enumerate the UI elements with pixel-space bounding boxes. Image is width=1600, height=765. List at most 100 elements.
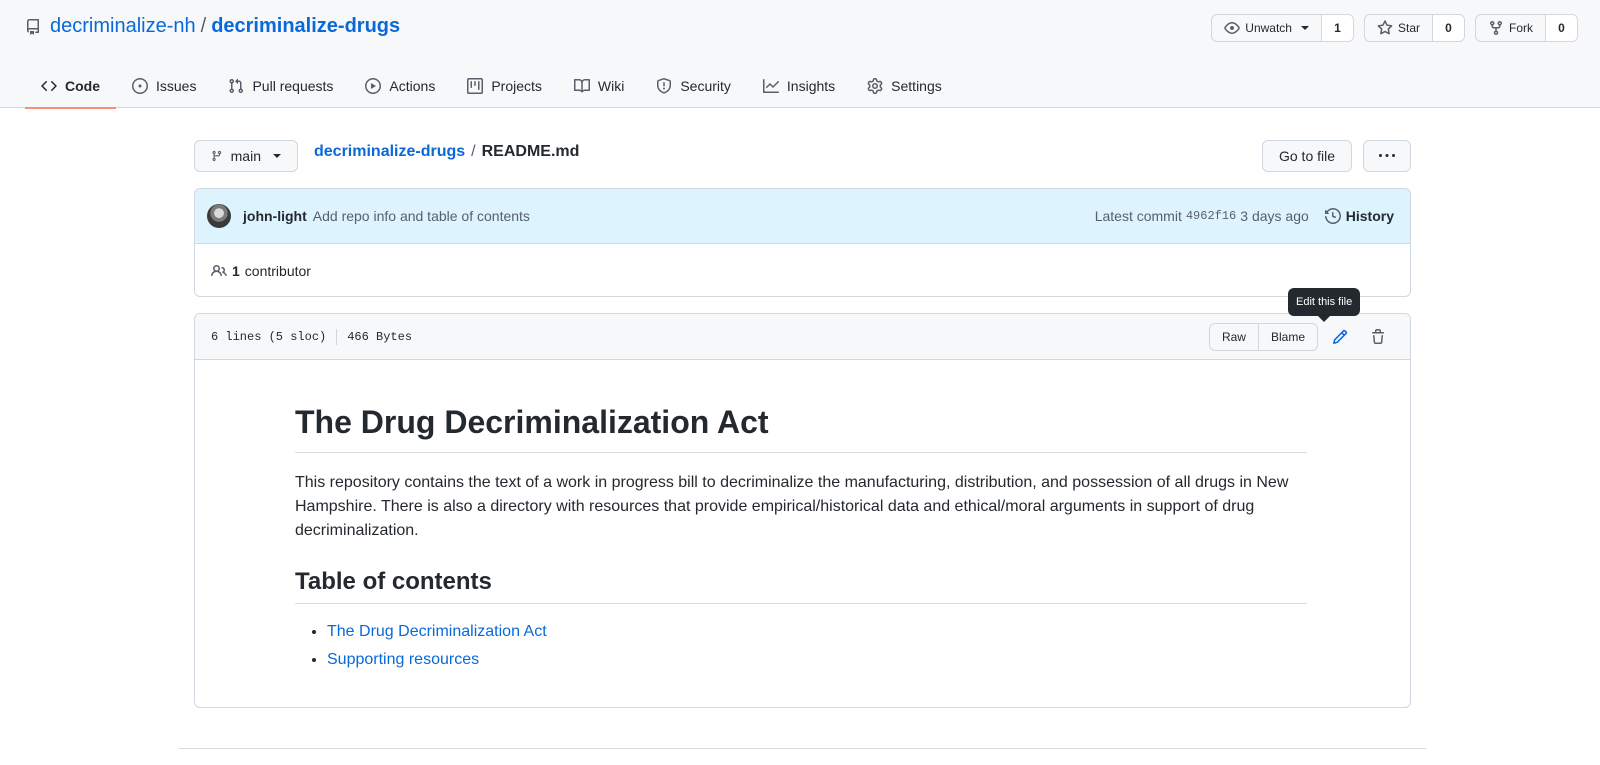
repo-name-link[interactable]: decriminalize-drugs <box>211 15 400 38</box>
star-button-group: Star 0 <box>1363 14 1465 42</box>
tab-insights[interactable]: Insights <box>747 64 851 108</box>
repo-nav: Code Issues Pull requests Actions Projec… <box>25 64 958 109</box>
book-icon <box>573 78 590 93</box>
file-box: 6 lines (5 sloc) 466 Bytes Raw Blame The … <box>194 313 1411 708</box>
list-item: The Drug Decriminalization Act <box>327 620 1307 644</box>
tab-projects-label: Projects <box>491 78 542 94</box>
people-icon <box>211 264 227 276</box>
history-icon <box>1324 208 1341 224</box>
toc-link-resources[interactable]: Supporting resources <box>327 651 479 668</box>
footer-divider <box>178 748 1426 749</box>
star-button[interactable]: Star <box>1365 15 1433 41</box>
fork-label: Fork <box>1509 21 1533 35</box>
tab-wiki-label: Wiki <box>597 78 625 94</box>
git-branch-icon <box>212 150 222 162</box>
contributors-row: 1 contributor <box>195 244 1410 296</box>
star-icon <box>1377 20 1393 35</box>
tab-actions[interactable]: Actions <box>349 64 451 108</box>
fork-button[interactable]: Fork <box>1476 15 1546 41</box>
repo-forked-icon <box>1490 21 1502 36</box>
branch-name: main <box>230 148 261 164</box>
avatar[interactable] <box>207 204 231 228</box>
readme-content: The Drug Decriminalization Act This repo… <box>295 360 1307 676</box>
commit-time: 3 days ago <box>1240 208 1309 224</box>
commit-author-link[interactable]: john-light <box>243 208 307 224</box>
tab-pull-requests-label: Pull requests <box>252 78 334 94</box>
repo-header: decriminalize-nh / decriminalize-drugs U… <box>0 0 1600 109</box>
commit-message-link[interactable]: Add repo info and table of contents <box>313 208 530 224</box>
contributor-count[interactable]: 1 <box>232 263 240 279</box>
delete-file-button[interactable] <box>1362 323 1394 351</box>
star-label: Star <box>1397 21 1420 35</box>
repo-title-separator: / <box>200 15 207 37</box>
shield-icon <box>657 78 672 94</box>
repo-icon <box>26 18 39 35</box>
play-icon <box>365 78 382 94</box>
eye-icon <box>1224 22 1241 34</box>
branch-select-button[interactable]: main <box>194 140 298 172</box>
forks-count[interactable]: 0 <box>1546 15 1577 41</box>
tab-settings-label: Settings <box>891 78 942 94</box>
breadcrumb-separator: / <box>471 143 476 160</box>
graph-icon <box>762 79 779 93</box>
edit-file-button[interactable] <box>1324 323 1356 351</box>
chevron-down-icon <box>273 154 281 158</box>
issue-opened-icon <box>132 78 148 94</box>
list-item: Supporting resources <box>327 648 1307 672</box>
breadcrumb-file-name: README.md <box>481 143 580 160</box>
tab-insights-label: Insights <box>786 78 836 94</box>
repo-owner-link[interactable]: decriminalize-nh <box>50 15 196 38</box>
latest-commit-label: Latest commit <box>1094 208 1182 224</box>
tab-wiki[interactable]: Wiki <box>558 64 640 108</box>
edit-file-tooltip: Edit this file <box>1288 288 1361 322</box>
blame-button[interactable]: Blame <box>1259 324 1317 350</box>
file-info: 6 lines (5 sloc) 466 Bytes <box>211 328 413 345</box>
latest-commit-header: john-light Add repo info and table of co… <box>195 189 1410 244</box>
go-to-file-button[interactable]: Go to file <box>1262 140 1352 172</box>
contributor-label[interactable]: contributor <box>245 263 311 279</box>
stargazers-count[interactable]: 0 <box>1433 15 1464 41</box>
chevron-down-icon <box>1300 26 1309 30</box>
watchers-count[interactable]: 1 <box>1321 15 1353 41</box>
tab-code-label: Code <box>65 78 100 94</box>
tab-security-label: Security <box>680 78 731 94</box>
raw-button[interactable]: Raw <box>1210 323 1259 350</box>
history-link[interactable]: History <box>1324 208 1394 224</box>
toc-list: The Drug Decriminalization Act Supportin… <box>295 620 1307 672</box>
tab-actions-label: Actions <box>389 78 436 94</box>
commit-sha-link[interactable]: 4962f16 <box>1186 209 1236 223</box>
toc-link-act[interactable]: The Drug Decriminalization Act <box>327 623 547 640</box>
commit-meta: Latest commit 4962f16 3 days ago History <box>1095 208 1394 224</box>
history-label: History <box>1345 208 1394 224</box>
raw-blame-group: Raw Blame <box>1208 322 1318 351</box>
git-pull-request-icon <box>229 78 244 94</box>
repo-title: decriminalize-nh / decriminalize-drugs <box>25 15 400 38</box>
tab-code[interactable]: Code <box>25 64 116 109</box>
tab-settings[interactable]: Settings <box>851 64 958 108</box>
file-info-divider <box>336 328 338 345</box>
file-actions: Raw Blame <box>1208 322 1394 351</box>
more-options-button[interactable] <box>1363 140 1411 172</box>
watch-button-group: Unwatch 1 <box>1211 14 1354 42</box>
toc-heading: Table of contents <box>295 567 1307 604</box>
trash-icon <box>1372 328 1384 344</box>
breadcrumb: decriminalize-drugs / README.md <box>314 143 579 161</box>
pencil-icon <box>1332 329 1348 344</box>
tab-issues[interactable]: Issues <box>116 64 212 108</box>
readme-intro: This repository contains the text of a w… <box>295 474 1289 539</box>
tab-security[interactable]: Security <box>640 64 747 108</box>
fork-button-group: Fork 0 <box>1475 14 1578 42</box>
file-header: 6 lines (5 sloc) 466 Bytes Raw Blame <box>195 314 1410 360</box>
breadcrumb-repo-link[interactable]: decriminalize-drugs <box>314 143 465 161</box>
tab-issues-label: Issues <box>156 78 197 94</box>
unwatch-label: Unwatch <box>1245 21 1292 35</box>
kebab-horizontal-icon <box>1379 154 1395 157</box>
project-icon <box>467 78 484 94</box>
code-icon <box>41 80 57 92</box>
repo-actions: Unwatch 1 Star 0 Fork 0 <box>1211 14 1578 42</box>
unwatch-button[interactable]: Unwatch <box>1212 15 1322 41</box>
tab-projects[interactable]: Projects <box>451 64 558 108</box>
tab-pull-requests[interactable]: Pull requests <box>212 64 349 108</box>
gear-icon <box>867 78 883 94</box>
file-size: 466 Bytes <box>347 329 413 344</box>
